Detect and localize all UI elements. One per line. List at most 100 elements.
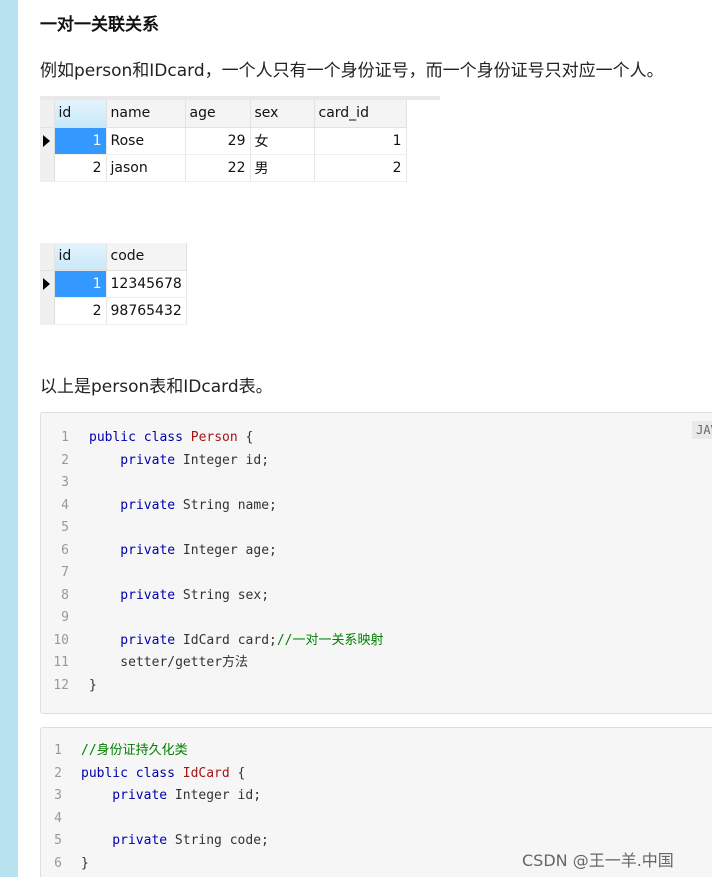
code-line: 4 private String name; (41, 495, 277, 517)
line-number: 4 (61, 497, 69, 513)
line-number: 11 (53, 655, 69, 670)
code-token: private (81, 788, 175, 803)
line-number: 2 (54, 765, 62, 781)
code-token: Integer age; (182, 542, 277, 558)
col-header-id[interactable]: id (54, 100, 107, 128)
row-header (40, 297, 55, 325)
cell-sex[interactable]: 男 (250, 154, 315, 182)
code-line: 10 private IdCard card;//一对一关系映射 (41, 630, 384, 652)
col-header-name[interactable]: name (106, 100, 186, 128)
code-token: { (229, 765, 246, 781)
code-token: String code; (174, 833, 269, 848)
code-token: Integer id; (182, 452, 270, 468)
cell-id[interactable]: 2 (54, 154, 107, 182)
code-line: 3 private Integer id; (41, 785, 261, 807)
cell-code[interactable]: 98765432 (106, 297, 187, 325)
cell-age[interactable]: 22 (185, 154, 251, 182)
cell-sex[interactable]: 女 (250, 127, 315, 155)
code-token: private (81, 833, 175, 848)
line-number: 6 (61, 542, 69, 558)
code-token: private (89, 452, 183, 468)
col-header-sex[interactable]: sex (250, 100, 315, 128)
cell-id[interactable]: 2 (54, 297, 107, 325)
table-row[interactable]: 2 98765432 (40, 297, 187, 325)
code-token: private (89, 587, 183, 603)
code-token: Person (190, 430, 238, 445)
person-table: id name age sex card_id 1 Rose 29 女 1 2 … (40, 100, 407, 182)
code-line: 7 (41, 562, 89, 584)
table-row[interactable]: 1 12345678 (40, 270, 187, 298)
line-number: 2 (61, 452, 69, 468)
table-row[interactable]: 2 jason 22 男 2 (40, 154, 407, 182)
idcard-table-header-row: id code (40, 243, 187, 271)
cell-card-id[interactable]: 2 (314, 154, 407, 182)
code-token: setter/getter方法 (89, 655, 249, 670)
code-line: 6} (41, 853, 89, 875)
col-header-id[interactable]: id (54, 243, 107, 271)
code-token: String name; (182, 497, 277, 513)
row-pointer-icon (43, 134, 50, 147)
cell-code[interactable]: 12345678 (106, 270, 187, 298)
cell-card-id[interactable]: 1 (314, 127, 407, 155)
csdn-watermark: CSDN @王一羊.中国 (522, 851, 674, 870)
line-number: 5 (54, 833, 62, 848)
col-header-age[interactable]: age (185, 100, 251, 128)
line-number: 4 (54, 810, 62, 826)
line-number: 1 (54, 743, 62, 758)
code-line: 5 (41, 517, 89, 539)
code-block-person[interactable]: JAVA 1 public class Person {2 private Int… (40, 412, 712, 714)
row-header-corner (40, 243, 55, 271)
language-label: JAVA (692, 421, 712, 439)
cell-id[interactable]: 1 (54, 127, 107, 155)
row-header-corner (40, 100, 55, 128)
person-table-header-row: id name age sex card_id (40, 100, 407, 128)
code-token: //身份证持久化类 (81, 743, 188, 758)
code-token: IdCard (182, 765, 230, 781)
code-line: 4 (41, 808, 81, 830)
code-token: Integer id; (174, 788, 262, 803)
cell-age[interactable]: 29 (185, 127, 251, 155)
code-line: 2 public class IdCard { (41, 763, 245, 785)
code-token: private (89, 542, 183, 558)
line-number: 5 (61, 520, 69, 535)
line-number: 12 (53, 677, 69, 693)
line-number: 7 (61, 565, 69, 580)
code-line: 3 (41, 472, 89, 494)
code-line: 11 setter/getter方法 (41, 652, 248, 674)
code-token: public class (89, 430, 191, 445)
code-line: 2 private Integer id; (41, 450, 269, 472)
col-header-card-id[interactable]: card_id (314, 100, 407, 128)
code-token: } (81, 855, 89, 871)
left-accent-bar (0, 0, 18, 877)
code-line: 8 private String sex; (41, 585, 269, 607)
code-token: { (237, 430, 254, 445)
code-token: //一对一关系映射 (276, 632, 384, 648)
cell-name[interactable]: jason (106, 154, 186, 182)
line-number: 6 (54, 855, 62, 871)
col-header-code[interactable]: code (106, 243, 187, 271)
code-token: } (89, 677, 97, 693)
code-line: 9 (41, 607, 89, 629)
code-token: private (89, 497, 183, 513)
row-pointer (40, 127, 55, 155)
code-line: 6 private Integer age; (41, 540, 277, 562)
line-number: 3 (61, 475, 69, 490)
code-token: public class (81, 765, 183, 781)
line-number: 10 (53, 632, 69, 648)
code-token: private (89, 632, 183, 648)
row-header (40, 154, 55, 182)
intro-paragraph: 例如person和IDcard，一个人只有一个身份证号，而一个身份证号只对应一个… (40, 61, 664, 81)
section-heading: 一对一关联关系 (40, 15, 159, 35)
table-row[interactable]: 1 Rose 29 女 1 (40, 127, 407, 155)
line-number: 8 (61, 587, 69, 603)
code-line: 12} (41, 675, 97, 697)
idcard-table: id code 1 12345678 2 98765432 (40, 243, 187, 325)
cell-name[interactable]: Rose (106, 127, 186, 155)
line-number: 1 (61, 430, 69, 445)
line-number: 9 (61, 610, 69, 625)
summary-paragraph: 以上是person表和IDcard表。 (40, 377, 273, 397)
code-line: 1 //身份证持久化类 (41, 740, 188, 762)
code-token: String sex; (182, 587, 270, 603)
row-pointer (40, 270, 55, 298)
cell-id[interactable]: 1 (54, 270, 107, 298)
